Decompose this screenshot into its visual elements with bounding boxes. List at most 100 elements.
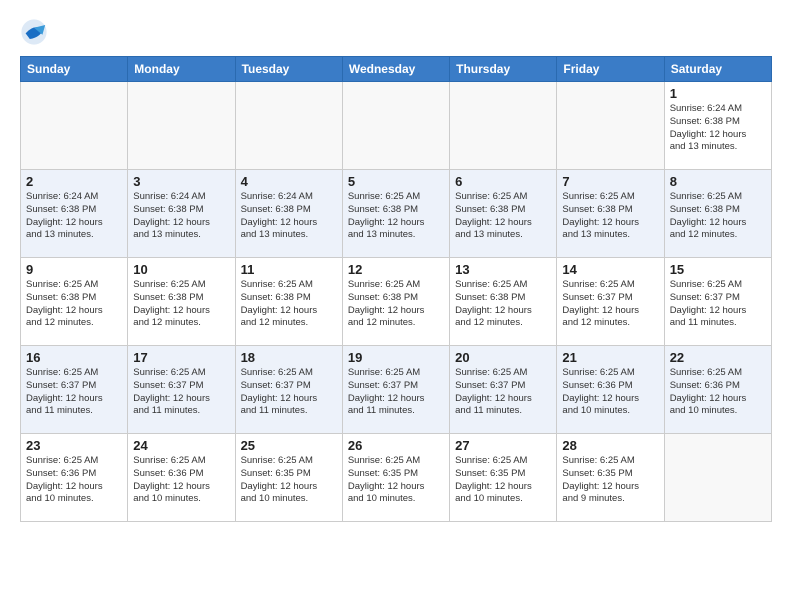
day-info: Sunrise: 6:25 AM Sunset: 6:36 PM Dayligh… [670, 367, 766, 418]
day-number: 12 [348, 262, 444, 277]
calendar-cell: 15 Sunrise: 6:25 AM Sunset: 6:37 PM Dayli… [664, 258, 771, 346]
day-info: Sunrise: 6:25 AM Sunset: 6:38 PM Dayligh… [241, 279, 337, 330]
day-number: 10 [133, 262, 229, 277]
day-info: Sunrise: 6:25 AM Sunset: 6:36 PM Dayligh… [133, 455, 229, 506]
day-number: 16 [26, 350, 122, 365]
day-info: Sunrise: 6:25 AM Sunset: 6:37 PM Dayligh… [455, 367, 551, 418]
day-info: Sunrise: 6:25 AM Sunset: 6:37 PM Dayligh… [348, 367, 444, 418]
logo [20, 18, 50, 46]
calendar-cell: 18 Sunrise: 6:25 AM Sunset: 6:37 PM Dayli… [235, 346, 342, 434]
calendar-cell [21, 82, 128, 170]
calendar-cell: 26Sunrise: 6:25 AM Sunset: 6:35 PM Dayli… [342, 434, 449, 522]
calendar-cell: 14 Sunrise: 6:25 AM Sunset: 6:37 PM Dayli… [557, 258, 664, 346]
calendar-cell: 10 Sunrise: 6:25 AM Sunset: 6:38 PM Dayli… [128, 258, 235, 346]
calendar-cell: 7 Sunrise: 6:25 AM Sunset: 6:38 PM Daylig… [557, 170, 664, 258]
day-number: 15 [670, 262, 766, 277]
page: SundayMondayTuesdayWednesdayThursdayFrid… [0, 0, 792, 540]
day-info: Sunrise: 6:25 AM Sunset: 6:37 PM Dayligh… [670, 279, 766, 330]
day-number: 23 [26, 438, 122, 453]
day-info: Sunrise: 6:24 AM Sunset: 6:38 PM Dayligh… [26, 191, 122, 242]
calendar-cell: 25 Sunrise: 6:25 AM Sunset: 6:35 PM Dayli… [235, 434, 342, 522]
calendar-cell: 28 Sunrise: 6:25 AM Sunset: 6:35 PM Dayli… [557, 434, 664, 522]
calendar-cell: 21 Sunrise: 6:25 AM Sunset: 6:36 PM Dayli… [557, 346, 664, 434]
week-row-2: 2 Sunrise: 6:24 AM Sunset: 6:38 PM Daylig… [21, 170, 772, 258]
day-number: 27 [455, 438, 551, 453]
day-number: 28 [562, 438, 658, 453]
day-number: 9 [26, 262, 122, 277]
day-number: 20 [455, 350, 551, 365]
day-number: 19 [348, 350, 444, 365]
calendar-cell [128, 82, 235, 170]
calendar-cell: 4 Sunrise: 6:24 AM Sunset: 6:38 PM Daylig… [235, 170, 342, 258]
calendar-cell: 19 Sunrise: 6:25 AM Sunset: 6:37 PM Dayli… [342, 346, 449, 434]
calendar-cell: 23 Sunrise: 6:25 AM Sunset: 6:36 PM Dayli… [21, 434, 128, 522]
day-info: Sunrise: 6:25 AM Sunset: 6:37 PM Dayligh… [241, 367, 337, 418]
day-number: 24 [133, 438, 229, 453]
logo-icon [20, 18, 48, 46]
day-info: Sunrise: 6:25 AM Sunset: 6:38 PM Dayligh… [562, 191, 658, 242]
day-info: Sunrise: 6:24 AM Sunset: 6:38 PM Dayligh… [241, 191, 337, 242]
day-info: Sunrise: 6:25 AM Sunset: 6:38 PM Dayligh… [455, 279, 551, 330]
calendar-cell: 8 Sunrise: 6:25 AM Sunset: 6:38 PM Daylig… [664, 170, 771, 258]
calendar-cell: 24 Sunrise: 6:25 AM Sunset: 6:36 PM Dayli… [128, 434, 235, 522]
day-info: Sunrise: 6:24 AM Sunset: 6:38 PM Dayligh… [133, 191, 229, 242]
day-number: 21 [562, 350, 658, 365]
day-number: 22 [670, 350, 766, 365]
day-info: Sunrise: 6:25 AM Sunset: 6:35 PM Dayligh… [241, 455, 337, 506]
calendar-cell [342, 82, 449, 170]
day-number: 6 [455, 174, 551, 189]
week-row-3: 9 Sunrise: 6:25 AM Sunset: 6:38 PM Daylig… [21, 258, 772, 346]
day-number: 17 [133, 350, 229, 365]
week-row-1: 1Sunrise: 6:24 AM Sunset: 6:38 PM Daylig… [21, 82, 772, 170]
day-info: Sunrise: 6:25 AM Sunset: 6:35 PM Dayligh… [562, 455, 658, 506]
weekday-header-row: SundayMondayTuesdayWednesdayThursdayFrid… [21, 57, 772, 82]
day-info: Sunrise: 6:25 AM Sunset: 6:35 PM Dayligh… [348, 455, 444, 506]
calendar-cell: 3Sunrise: 6:24 AM Sunset: 6:38 PM Daylig… [128, 170, 235, 258]
day-info: Sunrise: 6:25 AM Sunset: 6:37 PM Dayligh… [562, 279, 658, 330]
weekday-header-saturday: Saturday [664, 57, 771, 82]
day-number: 18 [241, 350, 337, 365]
header [20, 18, 772, 46]
calendar-cell: 2 Sunrise: 6:24 AM Sunset: 6:38 PM Daylig… [21, 170, 128, 258]
calendar-cell: 13Sunrise: 6:25 AM Sunset: 6:38 PM Dayli… [450, 258, 557, 346]
day-info: Sunrise: 6:25 AM Sunset: 6:37 PM Dayligh… [26, 367, 122, 418]
calendar-cell: 20 Sunrise: 6:25 AM Sunset: 6:37 PM Dayli… [450, 346, 557, 434]
day-info: Sunrise: 6:24 AM Sunset: 6:38 PM Dayligh… [670, 103, 766, 154]
day-number: 14 [562, 262, 658, 277]
day-number: 7 [562, 174, 658, 189]
calendar-cell: 22 Sunrise: 6:25 AM Sunset: 6:36 PM Dayli… [664, 346, 771, 434]
weekday-header-sunday: Sunday [21, 57, 128, 82]
day-number: 25 [241, 438, 337, 453]
day-info: Sunrise: 6:25 AM Sunset: 6:36 PM Dayligh… [562, 367, 658, 418]
calendar-cell: 6 Sunrise: 6:25 AM Sunset: 6:38 PM Daylig… [450, 170, 557, 258]
day-info: Sunrise: 6:25 AM Sunset: 6:38 PM Dayligh… [26, 279, 122, 330]
calendar-cell: 1Sunrise: 6:24 AM Sunset: 6:38 PM Daylig… [664, 82, 771, 170]
day-number: 2 [26, 174, 122, 189]
weekday-header-friday: Friday [557, 57, 664, 82]
day-info: Sunrise: 6:25 AM Sunset: 6:38 PM Dayligh… [670, 191, 766, 242]
calendar-table: SundayMondayTuesdayWednesdayThursdayFrid… [20, 56, 772, 522]
day-info: Sunrise: 6:25 AM Sunset: 6:37 PM Dayligh… [133, 367, 229, 418]
calendar-cell [664, 434, 771, 522]
day-info: Sunrise: 6:25 AM Sunset: 6:38 PM Dayligh… [133, 279, 229, 330]
day-number: 5 [348, 174, 444, 189]
day-number: 8 [670, 174, 766, 189]
calendar-cell [235, 82, 342, 170]
calendar-cell: 9 Sunrise: 6:25 AM Sunset: 6:38 PM Daylig… [21, 258, 128, 346]
week-row-5: 23 Sunrise: 6:25 AM Sunset: 6:36 PM Dayli… [21, 434, 772, 522]
day-number: 4 [241, 174, 337, 189]
day-info: Sunrise: 6:25 AM Sunset: 6:35 PM Dayligh… [455, 455, 551, 506]
calendar-cell: 17 Sunrise: 6:25 AM Sunset: 6:37 PM Dayli… [128, 346, 235, 434]
weekday-header-tuesday: Tuesday [235, 57, 342, 82]
calendar-cell [557, 82, 664, 170]
week-row-4: 16 Sunrise: 6:25 AM Sunset: 6:37 PM Dayli… [21, 346, 772, 434]
calendar-cell [450, 82, 557, 170]
calendar-cell: 11Sunrise: 6:25 AM Sunset: 6:38 PM Dayli… [235, 258, 342, 346]
weekday-header-monday: Monday [128, 57, 235, 82]
day-info: Sunrise: 6:25 AM Sunset: 6:36 PM Dayligh… [26, 455, 122, 506]
calendar-cell: 27 Sunrise: 6:25 AM Sunset: 6:35 PM Dayli… [450, 434, 557, 522]
calendar-cell: 12 Sunrise: 6:25 AM Sunset: 6:38 PM Dayli… [342, 258, 449, 346]
day-info: Sunrise: 6:25 AM Sunset: 6:38 PM Dayligh… [455, 191, 551, 242]
day-info: Sunrise: 6:25 AM Sunset: 6:38 PM Dayligh… [348, 279, 444, 330]
weekday-header-wednesday: Wednesday [342, 57, 449, 82]
